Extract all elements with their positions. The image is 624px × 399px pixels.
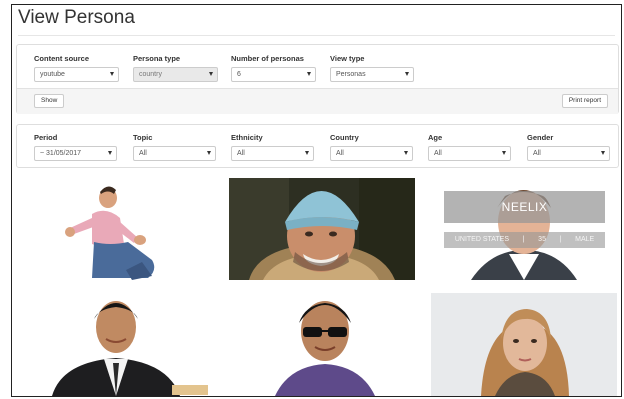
age-field: Age <box>428 133 442 142</box>
info-separator: | <box>522 236 525 243</box>
gender-value: All <box>533 150 541 157</box>
view-type-field: View type <box>330 54 364 63</box>
period-select[interactable]: ~ 31/05/2017 <box>34 146 117 161</box>
persona-photo-beanie-man <box>229 178 415 280</box>
view-type-value: Personas <box>336 71 366 78</box>
persona-photo-cheering-man <box>22 178 212 280</box>
number-of-personas-value: 6 <box>237 71 241 78</box>
persona-info-overlay: UNITED STATES | 35 | MALE <box>444 232 605 248</box>
persona-settings-panel: Content source youtube Persona type coun… <box>16 44 619 114</box>
persona-photo-sunglasses-man <box>229 293 415 396</box>
chevron-down-icon <box>110 72 114 76</box>
country-field: Country <box>330 133 359 142</box>
info-separator: | <box>559 236 562 243</box>
age-select[interactable]: All <box>428 146 511 161</box>
gender-label: Gender <box>527 133 554 142</box>
persona-name-overlay: NEELIX <box>444 191 605 223</box>
persona-photo-blonde-woman <box>431 293 617 396</box>
persona-type-field: Persona type <box>133 54 180 63</box>
content-source-label: Content source <box>34 54 90 63</box>
topic-label: Topic <box>133 133 153 142</box>
page-title: View Persona <box>18 7 135 28</box>
chevron-down-icon <box>601 151 605 155</box>
persona-age: 35 <box>538 236 546 243</box>
number-of-personas-label: Number of personas <box>231 54 304 63</box>
persona-country: UNITED STATES <box>454 236 510 243</box>
chevron-down-icon <box>305 151 309 155</box>
topic-select[interactable]: All <box>133 146 216 161</box>
print-report-button[interactable]: Print report <box>561 94 608 108</box>
ethnicity-select[interactable]: All <box>231 146 314 161</box>
persona-card-6[interactable] <box>431 293 617 396</box>
view-type-label: View type <box>330 54 365 63</box>
chevron-down-icon <box>108 151 112 155</box>
chevron-down-icon <box>404 151 408 155</box>
chevron-down-icon <box>307 72 311 76</box>
topic-value: All <box>139 150 147 157</box>
chevron-down-icon <box>502 151 506 155</box>
period-field: Period <box>34 133 57 142</box>
persona-type-value: country <box>139 71 162 78</box>
ethnicity-field: Ethnicity <box>231 133 263 142</box>
ethnicity-value: All <box>237 150 245 157</box>
topic-field: Topic <box>133 133 152 142</box>
title-divider <box>18 35 615 36</box>
persona-photo-suit-man <box>22 293 212 396</box>
content-source-select[interactable]: youtube <box>34 67 119 82</box>
persona-card-4[interactable] <box>22 293 212 396</box>
persona-card-2[interactable] <box>229 178 415 280</box>
number-of-personas-select[interactable]: 6 <box>231 67 316 82</box>
chevron-down-icon <box>209 72 213 76</box>
gender-field: Gender <box>527 133 553 142</box>
persona-filters-panel: Period ~ 31/05/2017 Topic All Ethnicity … <box>16 124 619 168</box>
content-source-field: Content source <box>34 54 89 63</box>
gender-select[interactable]: All <box>527 146 610 161</box>
country-value: All <box>336 150 344 157</box>
persona-card-1[interactable] <box>22 178 212 280</box>
number-of-personas-field: Number of personas <box>231 54 304 63</box>
view-type-select[interactable]: Personas <box>330 67 414 82</box>
persona-gender: MALE <box>575 236 595 243</box>
chevron-down-icon <box>405 72 409 76</box>
period-label: Period <box>34 133 58 142</box>
settings-panel-footer: Show Print report <box>17 88 618 114</box>
country-select[interactable]: All <box>330 146 413 161</box>
persona-type-select[interactable]: country <box>133 67 218 82</box>
persona-card-3-hovered[interactable]: NEELIX UNITED STATES | 35 | MALE <box>431 178 617 280</box>
age-label: Age <box>428 133 443 142</box>
ethnicity-label: Ethnicity <box>231 133 263 142</box>
persona-card-5[interactable] <box>229 293 415 396</box>
period-value: ~ 31/05/2017 <box>40 150 82 157</box>
chevron-down-icon <box>207 151 211 155</box>
country-label: Country <box>330 133 359 142</box>
content-source-value: youtube <box>40 71 65 78</box>
persona-type-label: Persona type <box>133 54 181 63</box>
age-value: All <box>434 150 442 157</box>
show-button[interactable]: Show <box>34 94 65 108</box>
